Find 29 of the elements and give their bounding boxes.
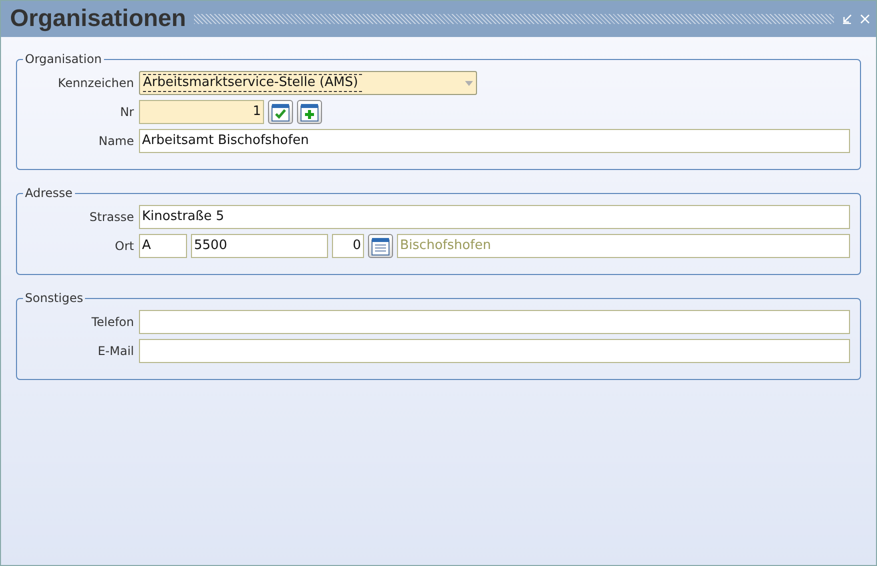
field-label: Kennzeichen xyxy=(56,75,135,92)
input-field[interactable] xyxy=(139,339,850,363)
group-legend: Adresse xyxy=(23,184,75,202)
input-field[interactable]: A xyxy=(139,234,187,258)
close-icon[interactable] xyxy=(860,14,870,24)
group-legend: Organisation xyxy=(23,50,104,68)
window-title: Organisationen xyxy=(10,4,186,34)
input-field[interactable]: Kinostraße 5 xyxy=(139,205,850,229)
field-label: Ort xyxy=(114,238,135,255)
calendar-button[interactable] xyxy=(368,234,393,258)
minimize-icon[interactable] xyxy=(842,14,852,24)
check-icon xyxy=(271,102,290,122)
field-label: Nr xyxy=(119,104,135,121)
input-field[interactable]: 1 xyxy=(139,100,264,124)
field-label: Strasse xyxy=(88,209,135,226)
plus-icon xyxy=(300,102,319,122)
input-field[interactable]: Arbeitsamt Bischofshofen xyxy=(139,129,850,153)
add-button[interactable] xyxy=(297,100,322,124)
input-field[interactable]: 5500 xyxy=(191,234,328,258)
field-label: E-Mail xyxy=(96,343,135,360)
input-field[interactable] xyxy=(139,310,850,334)
group-legend: Sonstiges xyxy=(23,289,86,307)
document-icon xyxy=(371,236,390,256)
input-field[interactable]: 0 xyxy=(332,234,364,258)
confirm-button[interactable] xyxy=(268,100,293,124)
field-label: Telefon xyxy=(90,314,135,331)
select-field[interactable]: Arbeitsmarktservice-Stelle (AMS) xyxy=(139,71,477,95)
dropdown-caret-icon xyxy=(465,80,473,86)
field-label: Name xyxy=(98,133,135,150)
